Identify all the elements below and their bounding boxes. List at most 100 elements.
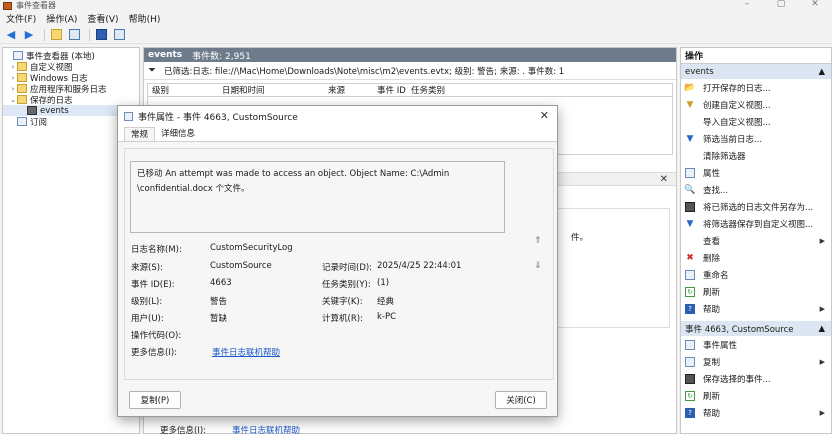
- minimize-button[interactable]: –: [730, 0, 764, 11]
- action-properties[interactable]: 属性: [681, 164, 831, 181]
- submenu-arrow-icon: ▶: [819, 236, 825, 245]
- find-icon: 🔍: [684, 184, 696, 195]
- column-task-category[interactable]: 任务类别: [407, 84, 467, 96]
- log-header: events 事件数: 2,951: [144, 48, 676, 62]
- tab-general[interactable]: 常规: [124, 127, 156, 141]
- expand-arrow-icon[interactable]: ›: [9, 74, 17, 82]
- tree-item-app-service-logs[interactable]: › 应用程序和服务日志: [3, 83, 139, 95]
- actions-section-event[interactable]: 事件 4663, CustomSource ▲: [681, 321, 831, 336]
- copy-button[interactable]: 复制(P): [129, 391, 181, 409]
- back-arrow-icon[interactable]: ◀: [4, 28, 18, 41]
- delete-icon: ✖: [686, 252, 694, 263]
- tree-item-custom-views[interactable]: › 自定义视图: [3, 61, 139, 73]
- action-refresh[interactable]: ↻ 刷新: [681, 283, 831, 300]
- folder-icon: [17, 73, 27, 82]
- action-view[interactable]: 查看 ▶: [681, 232, 831, 249]
- task-category-label: 任务类别(Y):: [322, 280, 371, 290]
- action-label: 筛选当前日志...: [703, 134, 763, 145]
- properties-icon: [685, 339, 695, 350]
- close-detail-icon[interactable]: ✕: [660, 173, 668, 187]
- menu-view[interactable]: 查看(V): [87, 12, 118, 25]
- tree-item-saved-logs[interactable]: ⌄ 保存的日志: [3, 94, 139, 106]
- tree-item-event-viewer-local[interactable]: 事件查看器 (本地): [3, 50, 139, 62]
- action-label: 重命名: [703, 270, 729, 281]
- more-info-label: 更多信息(I):: [131, 348, 178, 358]
- up-folder-icon[interactable]: [49, 28, 63, 41]
- action-label: 保存选择的事件...: [703, 374, 771, 385]
- tree-item-label: 保存的日志: [30, 95, 73, 106]
- dialog-title: 事件属性 - 事件 4663, CustomSource: [138, 112, 298, 123]
- collapse-arrow-icon[interactable]: ⌄: [9, 96, 17, 104]
- show-hide-tree-icon[interactable]: [67, 28, 81, 41]
- action-refresh-event[interactable]: ↻ 刷新: [681, 387, 831, 404]
- action-label: 将筛选器保存到自定义视图...: [703, 219, 814, 230]
- expand-arrow-icon[interactable]: ›: [9, 85, 17, 93]
- tab-details[interactable]: 详细信息: [155, 127, 201, 141]
- action-rename[interactable]: 重命名: [681, 266, 831, 283]
- action-create-custom-view[interactable]: ▼ 创建自定义视图...: [681, 96, 831, 113]
- action-save-filter-to-view[interactable]: ▼ 将筛选器保存到自定义视图...: [681, 215, 831, 232]
- action-clear-filter[interactable]: 清除筛选器: [681, 147, 831, 164]
- close-window-button[interactable]: ✕: [798, 0, 832, 11]
- section-label: 事件 4663, CustomSource: [685, 324, 794, 335]
- action-find[interactable]: 🔍 查找...: [681, 181, 831, 198]
- action-label: 复制: [703, 357, 721, 368]
- forward-arrow-icon[interactable]: ▶: [22, 28, 36, 41]
- action-label: 帮助: [703, 304, 721, 315]
- next-event-icon[interactable]: ⇓: [534, 261, 542, 271]
- tree-item-windows-logs[interactable]: › Windows 日志: [3, 72, 139, 84]
- folder-icon: [17, 62, 27, 71]
- column-level[interactable]: 级别: [148, 84, 218, 96]
- submenu-arrow-icon: ▶: [819, 304, 825, 313]
- menu-action[interactable]: 操作(A): [46, 12, 77, 25]
- close-button[interactable]: 关闭(C): [495, 391, 547, 409]
- tree-item-label: 订阅: [30, 117, 48, 128]
- action-delete[interactable]: ✖ 删除: [681, 249, 831, 266]
- event-grid-header: 级别 日期和时间 来源 事件 ID 任务类别: [147, 83, 673, 97]
- action-copy[interactable]: 复制 ▶: [681, 353, 831, 370]
- opcode-label: 操作代码(O):: [131, 331, 182, 341]
- column-event-id[interactable]: 事件 ID: [373, 84, 407, 96]
- action-help[interactable]: ? 帮助 ▶: [681, 300, 831, 317]
- user-label: 用户(U):: [131, 314, 164, 324]
- source-value: CustomSource: [210, 261, 272, 271]
- collapse-up-icon[interactable]: ▲: [818, 324, 825, 334]
- filter-icon: ▼: [686, 133, 694, 144]
- column-source[interactable]: 来源: [324, 84, 373, 96]
- online-help-link[interactable]: 事件日志联机帮助: [212, 348, 280, 358]
- help-toolbar-icon[interactable]: [94, 28, 108, 41]
- toolbar-divider: [89, 28, 90, 41]
- action-open-saved-log[interactable]: 📂 打开保存的日志...: [681, 79, 831, 96]
- show-action-pane-icon[interactable]: [112, 28, 126, 41]
- previous-event-icon[interactable]: ⇑: [534, 236, 542, 246]
- expand-arrow-icon[interactable]: ›: [9, 63, 17, 71]
- online-help-link[interactable]: 事件日志联机帮助: [232, 424, 300, 434]
- actions-section-events[interactable]: events ▲: [681, 64, 831, 79]
- refresh-icon: ↻: [685, 390, 695, 401]
- menu-help[interactable]: 帮助(H): [129, 12, 161, 25]
- action-help-event[interactable]: ? 帮助 ▶: [681, 404, 831, 421]
- action-label: 查找...: [703, 185, 729, 196]
- dialog-tabs: 常规 详细信息: [118, 126, 557, 142]
- action-event-properties[interactable]: 事件属性: [681, 336, 831, 353]
- dialog-close-icon[interactable]: ✕: [540, 109, 549, 122]
- description-line: 已移动 An attempt was made to access an obj…: [137, 169, 450, 179]
- column-date-time[interactable]: 日期和时间: [218, 84, 324, 96]
- section-label: events: [685, 66, 714, 77]
- tree-item-label: events: [40, 105, 69, 116]
- menu-file[interactable]: 文件(F): [6, 12, 36, 25]
- action-save-filtered-log[interactable]: 将已筛选的日志文件另存为...: [681, 198, 831, 215]
- save-icon: [685, 201, 695, 212]
- more-info-link[interactable]: 事件日志联机帮助: [212, 346, 280, 358]
- level-label: 级别(L):: [131, 297, 163, 307]
- computer-label: 计算机(R):: [322, 314, 363, 324]
- collapse-up-icon[interactable]: ▲: [818, 67, 825, 77]
- refresh-icon: ↻: [685, 286, 695, 297]
- action-save-selected-events[interactable]: 保存选择的事件...: [681, 370, 831, 387]
- action-filter-current-log[interactable]: ▼ 筛选当前日志...: [681, 130, 831, 147]
- action-import-custom-view[interactable]: 导入自定义视图...: [681, 113, 831, 130]
- event-description[interactable]: 已移动 An attempt was made to access an obj…: [130, 161, 505, 233]
- maximize-button[interactable]: ▢: [764, 0, 798, 11]
- event-properties-icon: [124, 111, 133, 121]
- event-id-label: 事件 ID(E):: [131, 280, 175, 290]
